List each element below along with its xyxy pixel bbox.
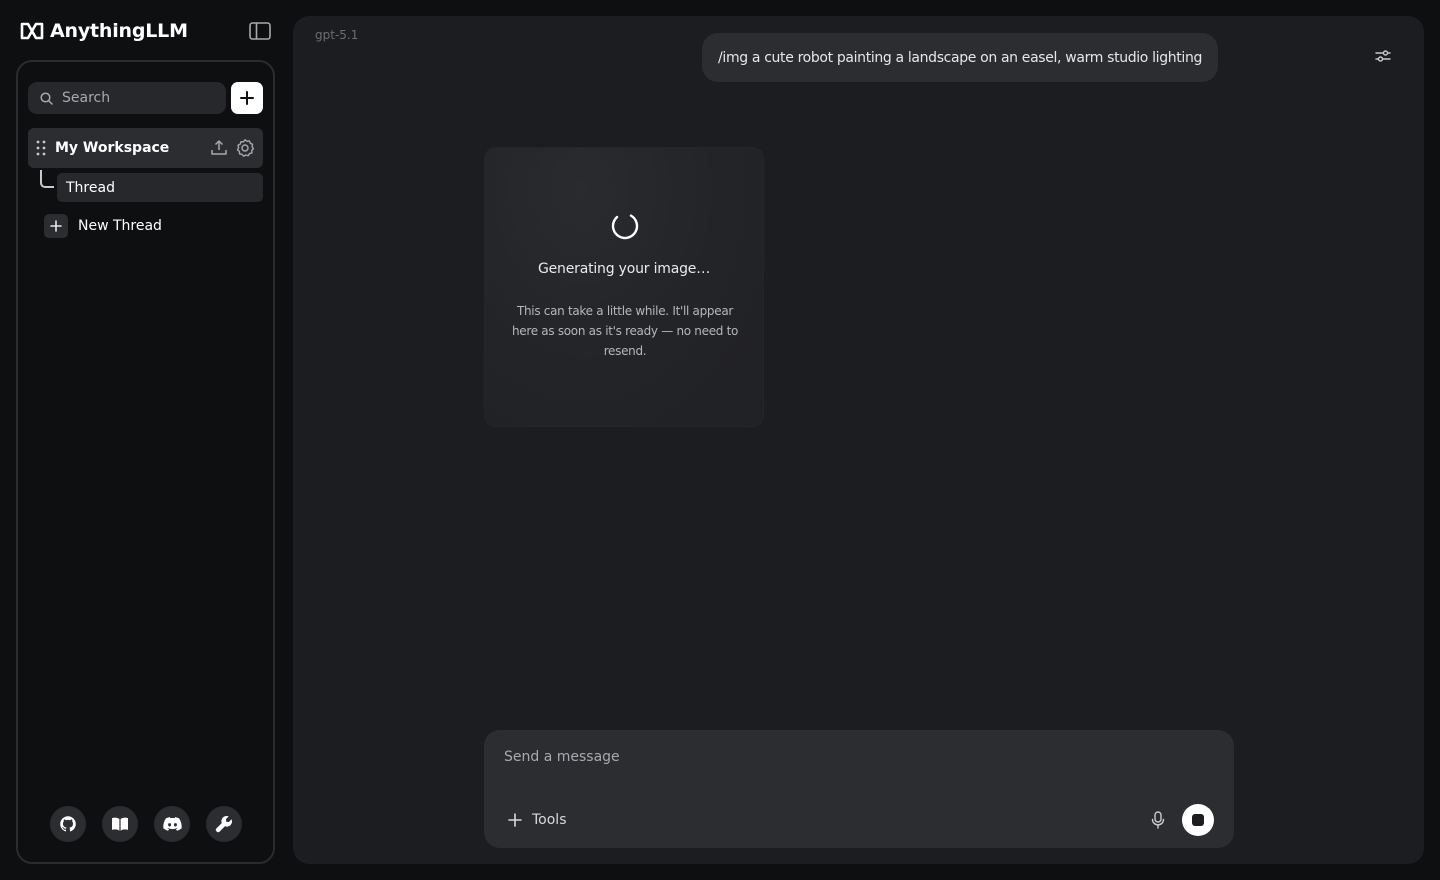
docs-button[interactable] [102,806,138,842]
search-box[interactable] [28,82,226,114]
message-input[interactable] [504,749,1204,773]
new-thread-label: New Thread [78,218,162,234]
message-composer: Tools [484,730,1234,848]
plus-icon [44,214,68,238]
stop-icon [1192,814,1204,826]
wrench-icon [215,815,233,833]
chat-panel: gpt-5.1 /img a cute robot painting a lan… [293,16,1424,864]
workspace-settings-button[interactable] [235,138,255,158]
chat-settings-button[interactable] [1371,44,1395,68]
upload-button[interactable] [209,138,229,158]
thread-connector [40,170,54,188]
search-input[interactable] [62,90,202,106]
new-workspace-button[interactable] [231,82,263,114]
drag-handle-icon[interactable] [36,140,46,156]
stop-generation-button[interactable] [1182,804,1214,836]
plus-icon [508,813,522,827]
new-thread-button[interactable]: New Thread [44,214,162,238]
github-icon [60,816,76,832]
loading-spinner-icon [611,212,639,240]
microphone-icon [1151,811,1165,829]
sidebar-panel-icon [249,22,271,40]
sidebar-footer [50,806,242,842]
sidebar: My Workspace Thread New Thread [16,60,275,864]
search-icon [40,91,53,105]
tools-label: Tools [532,812,567,828]
anythingllm-logo-icon [20,22,44,40]
workspace-item[interactable]: My Workspace [28,128,263,168]
app-logo: AnythingLLM [20,18,188,44]
workspace-name: My Workspace [55,140,170,156]
plus-icon [240,91,254,105]
app-name: AnythingLLM [50,20,188,42]
admin-tools-button[interactable] [206,806,242,842]
image-generation-card: Generating your image… This can take a l… [484,147,764,427]
thread-item[interactable]: Thread [57,173,263,202]
upload-icon [211,140,227,155]
microphone-button[interactable] [1148,809,1168,831]
github-button[interactable] [50,806,86,842]
discord-icon [162,816,182,831]
docs-book-icon [112,817,128,831]
thread-label: Thread [66,179,115,196]
generating-description: This can take a little while. It'll appe… [511,304,739,358]
gear-icon [236,139,255,157]
sidebar-toggle-button[interactable] [248,19,272,43]
model-label: gpt-5.1 [315,28,359,42]
tools-button[interactable]: Tools [508,808,567,832]
discord-button[interactable] [154,806,190,842]
user-message: /img a cute robot painting a landscape o… [702,33,1218,82]
sliders-icon [1375,50,1391,62]
generating-title: Generating your image… [537,261,710,277]
